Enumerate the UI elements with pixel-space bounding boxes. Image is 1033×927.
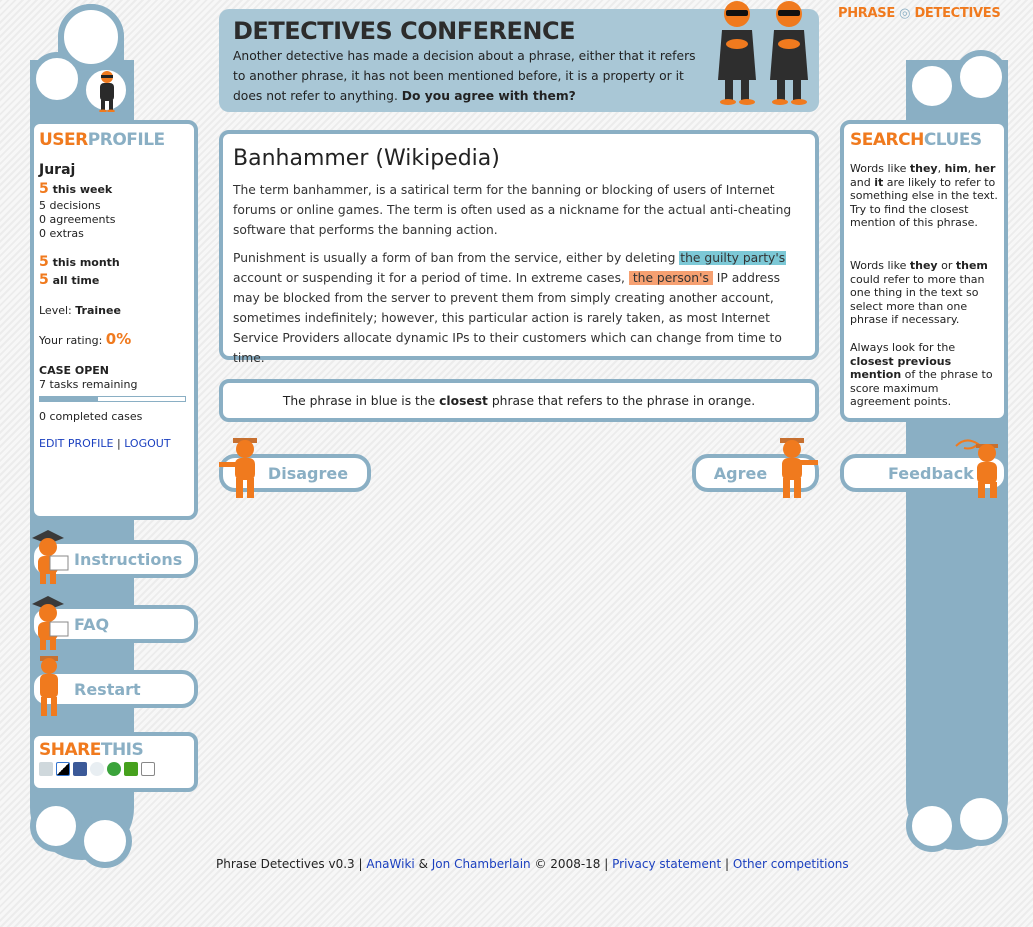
article-title: Banhammer (Wikipedia) — [233, 146, 500, 171]
left-bottom-circle-2 — [78, 814, 132, 868]
share-icons — [39, 762, 158, 776]
profile-username: Juraj — [39, 162, 76, 178]
left-top-circle-2 — [30, 52, 84, 106]
privacy-statement-link[interactable]: Privacy statement — [612, 857, 721, 871]
case-progress-fill — [40, 397, 98, 401]
instructions-label: Instructions — [74, 549, 183, 569]
detective-agree-icon — [780, 438, 818, 498]
detective-small-icon — [99, 71, 115, 112]
case-open-label: CASE OPEN — [39, 364, 109, 377]
anawiki-link[interactable]: AnaWiki — [366, 857, 414, 871]
search-clues-panel: SEARCHCLUES Words like they, him, her an… — [840, 120, 1008, 422]
right-top-circle-1 — [954, 50, 1008, 104]
article-paragraph-2: Punishment is usually a form of ban from… — [233, 251, 787, 365]
profile-links: EDIT PROFILE | LOGOUT — [39, 437, 171, 450]
stat-this-week: 5 this week — [39, 181, 113, 197]
share-this-heading: SHARETHIS — [39, 740, 144, 760]
share-this-panel: SHARETHIS — [30, 732, 198, 792]
stat-decisions: 5 decisions — [39, 199, 101, 212]
stat-all-time: 5 all time — [39, 272, 100, 288]
detective-instructions-icon — [32, 530, 69, 584]
user-profile-heading: USERPROFILE — [39, 130, 165, 150]
jon-chamberlain-link[interactable]: Jon Chamberlain — [432, 857, 531, 871]
edit-profile-link[interactable]: EDIT PROFILE — [39, 437, 113, 450]
disagree-label: Disagree — [267, 463, 349, 483]
detectives-pair-icon — [718, 1, 808, 105]
case-progress-bar — [39, 396, 186, 402]
facebook-icon[interactable] — [73, 762, 87, 776]
article-panel: Banhammer (Wikipedia) The term banhammer… — [219, 130, 819, 365]
technorati-icon[interactable] — [124, 762, 138, 776]
explanation-panel: The phrase in blue is the closest phrase… — [219, 379, 819, 422]
phrase-detectives-logo: PHRASE ◎ DETECTIVES — [838, 6, 1001, 21]
footer: Phrase Detectives v0.3 | AnaWiki & Jon C… — [216, 857, 849, 871]
article-paragraph-1: The term banhammer, is a satirical term … — [233, 183, 792, 237]
user-profile-panel: USERPROFILE Juraj 5 this week 5 decision… — [30, 120, 198, 520]
conference-description: Another detective has made a decision ab… — [233, 49, 696, 103]
logout-link[interactable]: LOGOUT — [124, 437, 170, 450]
faq-label: FAQ — [74, 614, 110, 634]
agree-label: Agree — [713, 463, 768, 483]
stat-this-month: 5 this month — [39, 254, 120, 270]
right-top-circle-2 — [906, 60, 958, 112]
detective-restart-icon — [40, 656, 58, 716]
stat-agreements: 0 agreements — [39, 213, 116, 226]
reddit-icon[interactable] — [90, 762, 104, 776]
right-bottom-circle-1 — [906, 800, 958, 852]
markable-phrase: the person's — [628, 271, 713, 285]
detective-feedback-icon — [955, 439, 998, 498]
explanation-text: The phrase in blue is the closest phrase… — [282, 393, 756, 408]
clue-3: Always look for the closest previous men… — [850, 341, 993, 408]
antecedent-phrase: the guilty party's — [679, 251, 787, 265]
restart-label: Restart — [74, 679, 141, 699]
clue-2: Words like they or them could refer to m… — [850, 259, 988, 326]
email-icon[interactable] — [141, 762, 155, 776]
conference-title: DETECTIVES CONFERENCE — [233, 17, 575, 45]
detective-disagree-icon — [219, 438, 257, 498]
right-bottom-circle-2 — [954, 792, 1008, 846]
stumbleupon-icon[interactable] — [107, 762, 121, 776]
delicious-icon[interactable] — [56, 762, 70, 776]
detective-faq-icon — [32, 596, 69, 650]
profile-rating: Your rating: 0% — [39, 330, 132, 348]
profile-level: Level: Trainee — [39, 304, 121, 317]
search-clues-heading: SEARCHCLUES — [850, 130, 982, 150]
tasks-remaining: 7 tasks remaining — [39, 378, 138, 391]
left-bottom-circle-1 — [30, 800, 82, 852]
other-competitions-link[interactable]: Other competitions — [733, 857, 849, 871]
stat-extras: 0 extras — [39, 227, 84, 240]
digg-icon[interactable] — [39, 762, 53, 776]
clue-1: Words like they, him, her and it are lik… — [850, 162, 998, 229]
completed-cases: 0 completed cases — [39, 410, 143, 423]
